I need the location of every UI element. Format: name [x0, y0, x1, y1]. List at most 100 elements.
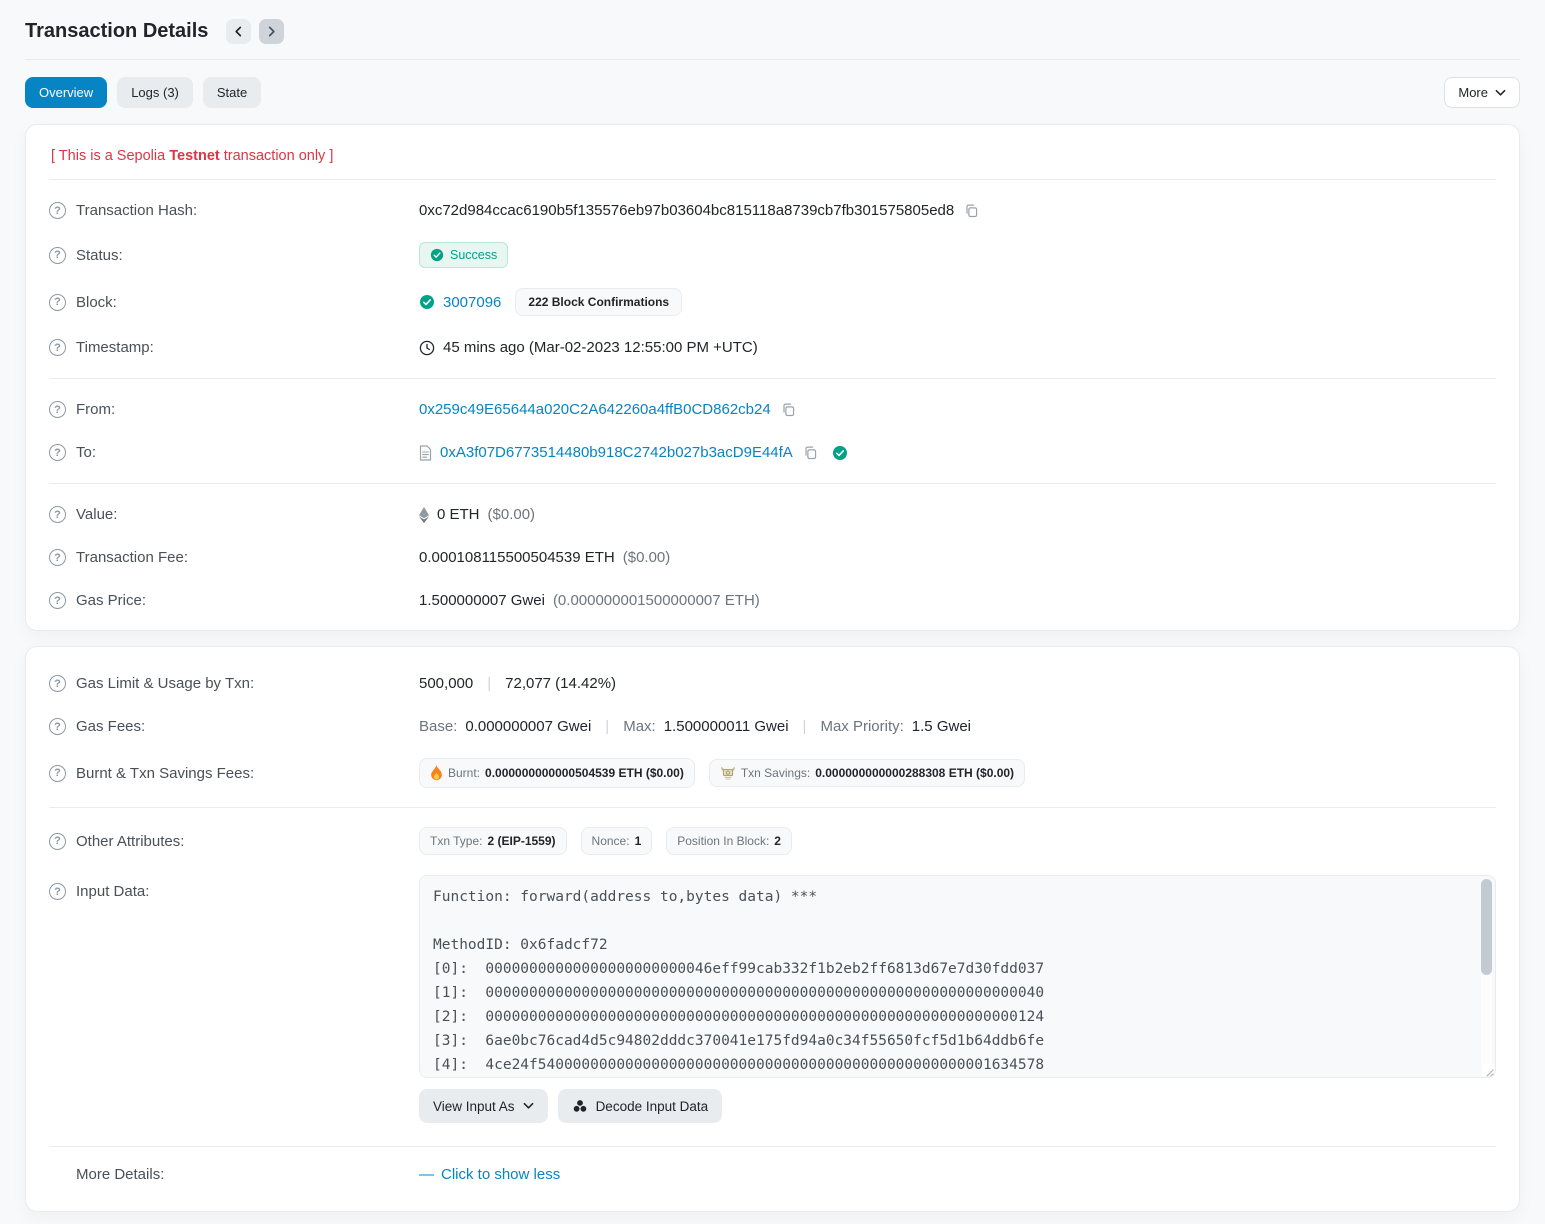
next-transaction-button[interactable]: [259, 19, 284, 44]
help-icon[interactable]: ?: [49, 718, 66, 735]
other-attributes-label: Other Attributes:: [76, 833, 184, 850]
nonce-badge: Nonce: 1: [581, 827, 653, 855]
flame-icon: [430, 765, 443, 781]
copy-hash-button[interactable]: [962, 203, 981, 218]
tab-logs[interactable]: Logs (3): [117, 77, 193, 108]
chevron-down-icon: [523, 1102, 534, 1110]
input-data-textarea[interactable]: Function: forward(address to,bytes data)…: [419, 875, 1496, 1078]
gas-fees-label: Gas Fees:: [76, 718, 145, 735]
gas-limit-value: 500,000: [419, 675, 473, 692]
position-in-block-label: Position In Block:: [677, 834, 769, 848]
help-icon[interactable]: ?: [49, 833, 66, 850]
clock-icon: [419, 340, 435, 356]
show-less-text: Click to show less: [441, 1166, 560, 1183]
view-input-as-button[interactable]: View Input As: [419, 1089, 548, 1123]
help-icon[interactable]: ?: [49, 444, 66, 461]
max-fee-value: 1.500000011 Gwei: [664, 718, 789, 735]
page-header: Transaction Details: [25, 0, 1520, 60]
gas-price-row: ? Gas Price: 1.500000007 Gwei (0.0000000…: [49, 579, 1496, 622]
help-icon[interactable]: ?: [49, 506, 66, 523]
overview-card: [ This is a Sepolia Testnet transaction …: [25, 124, 1520, 631]
testnet-notice-suffix: transaction only ]: [220, 148, 334, 164]
timestamp-value: 45 mins ago (Mar-02-2023 12:55:00 PM +UT…: [443, 339, 758, 356]
help-icon[interactable]: ?: [49, 592, 66, 609]
contract-file-icon: [419, 445, 432, 461]
to-label: To:: [76, 444, 96, 461]
separator: |: [599, 718, 615, 735]
block-row: ? Block: 3007096 222 Block Confirmations: [49, 278, 1496, 326]
transaction-fee-row: ? Transaction Fee: 0.000108115500504539 …: [49, 536, 1496, 579]
more-details-label: More Details:: [76, 1166, 164, 1183]
transaction-hash-value: 0xc72d984ccac6190b5f135576eb97b03604bc81…: [419, 202, 954, 219]
burnt-value: 0.000000000000504539 ETH ($0.00): [485, 766, 684, 780]
money-wings-icon: [720, 766, 736, 780]
tabs-row: Overview Logs (3) State More: [25, 60, 1520, 124]
check-circle-icon: [419, 294, 435, 310]
divider: [49, 807, 1496, 808]
help-icon[interactable]: ?: [49, 549, 66, 566]
more-dropdown-label: More: [1458, 85, 1488, 100]
help-icon[interactable]: ?: [49, 202, 66, 219]
nonce-value: 1: [635, 834, 642, 848]
to-row: ? To: 0xA3f07D6773514480b918C2742b027b3a…: [49, 431, 1496, 474]
tab-state[interactable]: State: [203, 77, 261, 108]
to-address-link[interactable]: 0xA3f07D6773514480b918C2742b027b3acD9E44…: [440, 444, 793, 461]
help-icon[interactable]: ?: [49, 247, 66, 264]
status-badge: Success: [419, 242, 508, 268]
input-data-scrollbar[interactable]: [1481, 879, 1492, 1074]
scrollbar-thumb[interactable]: [1481, 879, 1492, 975]
transaction-fee-label: Transaction Fee:: [76, 549, 188, 566]
resize-handle[interactable]: [1482, 1064, 1494, 1076]
previous-transaction-button[interactable]: [226, 19, 251, 44]
divider: [49, 483, 1496, 484]
testnet-notice: [ This is a Sepolia Testnet transaction …: [49, 131, 1496, 180]
input-data-label: Input Data:: [76, 883, 149, 900]
more-dropdown-button[interactable]: More: [1444, 77, 1520, 108]
page-title: Transaction Details: [25, 20, 208, 43]
decode-input-data-label: Decode Input Data: [596, 1099, 709, 1114]
chevron-left-icon: [233, 26, 244, 37]
max-priority-fee-value: 1.5 Gwei: [912, 718, 971, 735]
view-input-as-label: View Input As: [433, 1099, 515, 1114]
copy-to-address-button[interactable]: [801, 445, 820, 460]
help-icon[interactable]: ?: [49, 339, 66, 356]
help-icon[interactable]: ?: [49, 765, 66, 782]
help-icon[interactable]: ?: [49, 401, 66, 418]
transaction-hash-label: Transaction Hash:: [76, 202, 197, 219]
transaction-fee-usd: ($0.00): [623, 549, 671, 566]
from-address-link[interactable]: 0x259c49E65644a020C2A642260a4ffB0CD862cb…: [419, 401, 771, 418]
tab-list: Overview Logs (3) State: [25, 77, 261, 108]
from-row: ? From: 0x259c49E65644a020C2A642260a4ffB…: [49, 388, 1496, 431]
tab-overview[interactable]: Overview: [25, 77, 107, 108]
check-circle-icon: [430, 248, 444, 262]
transaction-details-page: Transaction Details Overview Logs (3) St…: [0, 0, 1545, 1212]
other-attributes-row: ? Other Attributes: Txn Type: 2 (EIP-155…: [49, 817, 1496, 865]
block-number-link[interactable]: 3007096: [443, 294, 501, 311]
txn-type-badge: Txn Type: 2 (EIP-1559): [419, 827, 567, 855]
copy-from-address-button[interactable]: [779, 402, 798, 417]
help-icon[interactable]: ?: [49, 294, 66, 311]
help-icon[interactable]: ?: [49, 675, 66, 692]
help-icon[interactable]: ?: [49, 883, 66, 900]
decode-input-data-button[interactable]: Decode Input Data: [558, 1089, 723, 1123]
block-confirmations-badge: 222 Block Confirmations: [515, 288, 682, 316]
chevron-down-icon: [1495, 89, 1506, 97]
value-usd: ($0.00): [488, 506, 536, 523]
status-label: Status:: [76, 247, 123, 264]
copy-icon: [781, 402, 796, 417]
max-priority-fee-label: Max Priority:: [820, 718, 903, 735]
show-less-link[interactable]: — Click to show less: [419, 1166, 560, 1183]
input-data-row: ? Input Data: Function: forward(address …: [49, 865, 1496, 1133]
verified-check-icon: [832, 445, 848, 461]
resize-grip-icon: [1482, 1065, 1494, 1077]
separator: |: [481, 675, 497, 692]
timestamp-row: ? Timestamp: 45 mins ago (Mar-02-2023 12…: [49, 326, 1496, 369]
from-label: From:: [76, 401, 115, 418]
gas-limit-label: Gas Limit & Usage by Txn:: [76, 675, 254, 692]
burnt-label: Burnt:: [448, 766, 480, 780]
details-card: ? Gas Limit & Usage by Txn: 500,000 | 72…: [25, 646, 1520, 1212]
gas-price-label: Gas Price:: [76, 592, 146, 609]
txn-type-value: 2 (EIP-1559): [487, 834, 555, 848]
status-value: Success: [450, 248, 497, 262]
chevron-right-icon: [266, 26, 277, 37]
